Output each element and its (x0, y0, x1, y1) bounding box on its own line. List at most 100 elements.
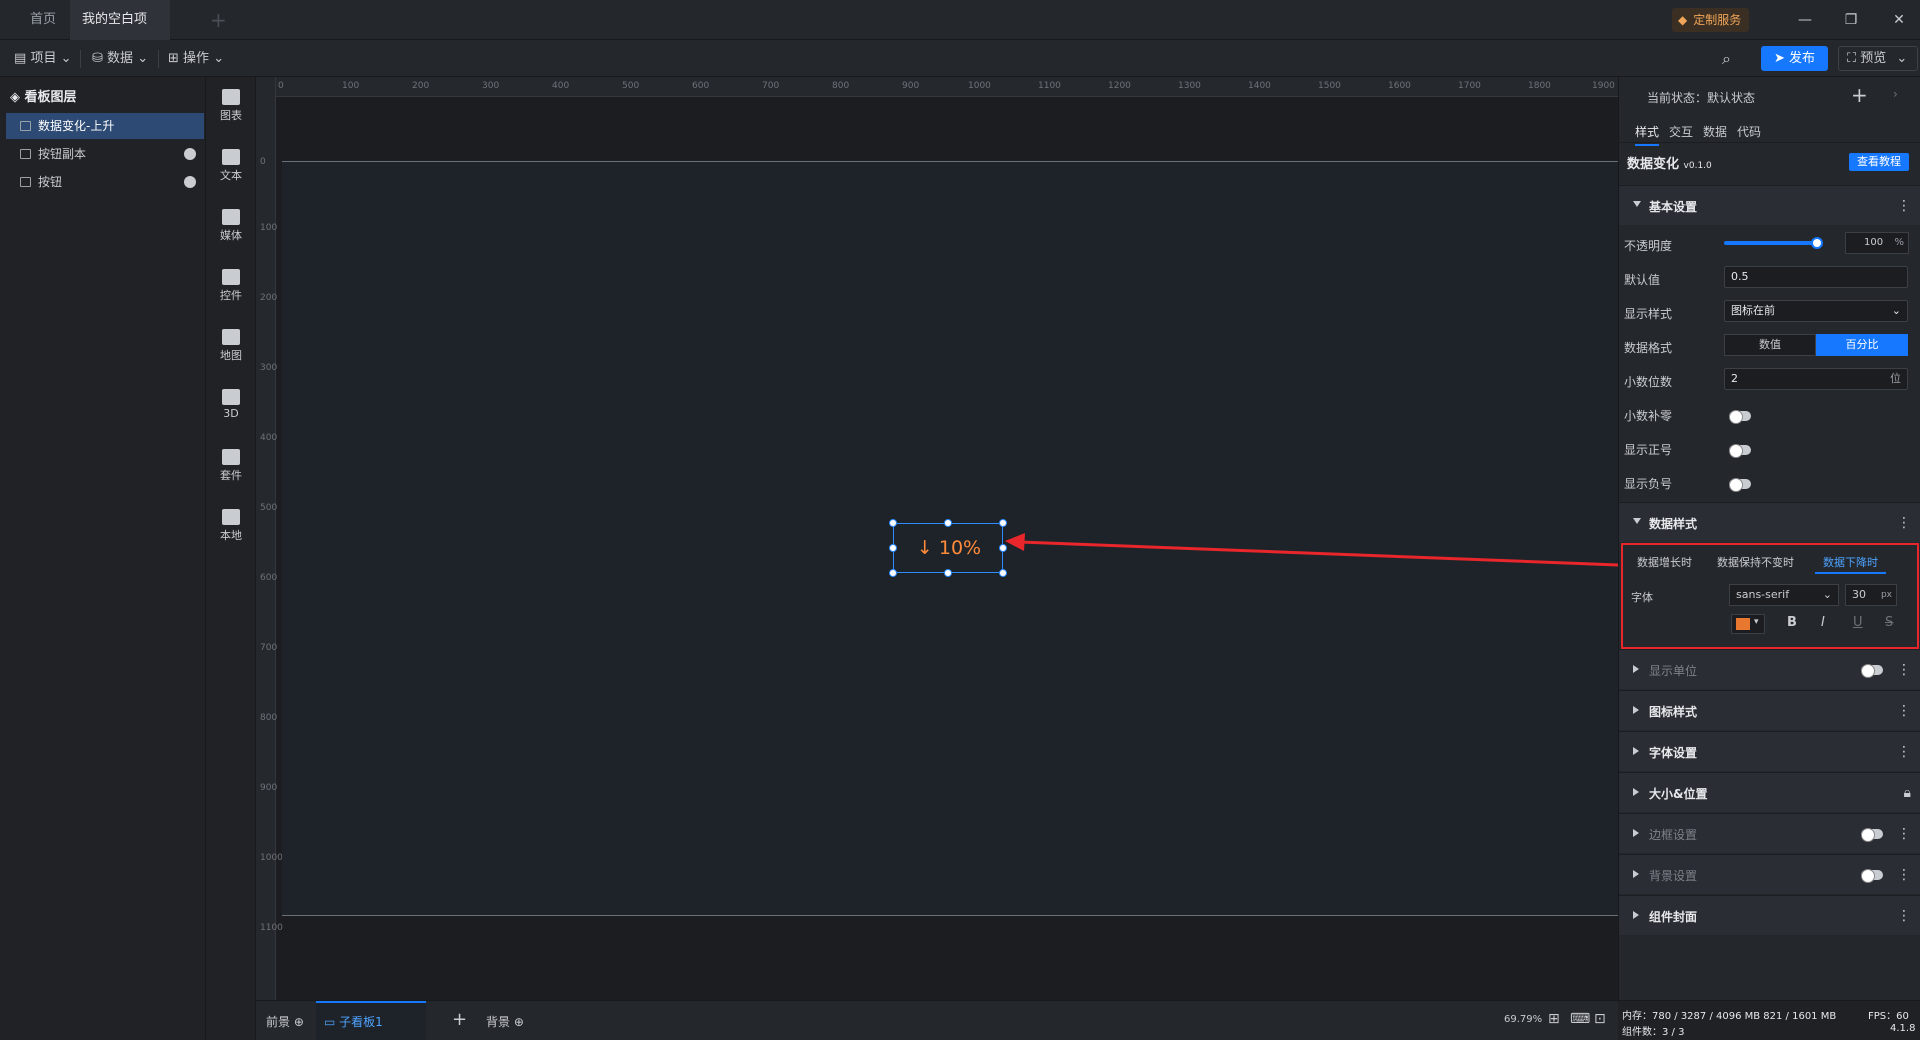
category-local[interactable]: 本地 (206, 509, 256, 543)
ruler-label: 500 (622, 81, 640, 91)
tutorial-button[interactable]: 查看教程 (1849, 153, 1909, 171)
tab-code[interactable]: 代码 (1737, 123, 1761, 140)
category-chart[interactable]: 图表 (206, 89, 256, 123)
section-size-position[interactable]: 大小&位置 🔒︎ (1619, 772, 1920, 812)
section-font-settings[interactable]: 字体设置 ⋮ (1619, 731, 1920, 771)
format-number-option[interactable]: 数值 (1724, 334, 1816, 356)
resize-handle[interactable] (889, 569, 897, 577)
close-icon[interactable]: ✕ (1884, 8, 1914, 32)
operation-menu[interactable]: ⊞ 操作 ⌄ (168, 49, 224, 69)
resize-handle[interactable] (889, 544, 897, 552)
keyboard-icon[interactable]: ⌨ (1570, 1011, 1590, 1027)
data-menu[interactable]: ⛁ 数据 ⌄ (92, 49, 148, 69)
strikethrough-button[interactable]: S (1885, 615, 1893, 630)
category-media[interactable]: 媒体 (206, 209, 256, 243)
tab-home[interactable]: 首页 (18, 0, 68, 40)
pad-zero-toggle[interactable] (1729, 410, 1751, 424)
tab-project[interactable]: 我的空白项目 (70, 0, 170, 67)
foreground-tab[interactable]: 前景 ⊕ (266, 1013, 304, 1030)
data-style-header[interactable]: 数据样式 ⋮ (1619, 502, 1920, 542)
more-icon[interactable]: ⋮ (1897, 515, 1911, 531)
tab-data-decrease[interactable]: 数据下降时 (1815, 554, 1886, 574)
zoom-level[interactable]: 69.79% (1504, 1014, 1542, 1025)
italic-button[interactable]: I (1821, 615, 1825, 630)
section-background[interactable]: 背景设置 ⋮ (1619, 854, 1920, 894)
section-icon-style[interactable]: 图标样式 ⋮ (1619, 690, 1920, 730)
resize-handle[interactable] (944, 569, 952, 577)
format-percent-option[interactable]: 百分比 (1816, 334, 1908, 356)
font-family-select[interactable]: sans-serif ⌄ (1729, 584, 1839, 606)
add-board-icon[interactable]: + (452, 1009, 467, 1030)
restore-icon[interactable]: ❐ (1836, 8, 1866, 32)
custom-service-button[interactable]: ◆ 定制服务 (1672, 8, 1750, 32)
add-tab-icon[interactable]: + (210, 8, 227, 32)
basic-settings-header[interactable]: 基本设置 ⋮ (1619, 185, 1920, 225)
show-minus-toggle[interactable] (1729, 478, 1751, 492)
show-unit-toggle[interactable] (1861, 664, 1883, 678)
database-icon: ⛁ (92, 51, 103, 66)
section-show-unit[interactable]: 显示单位 ⋮ (1619, 649, 1920, 689)
category-3d[interactable]: 3D (206, 389, 256, 420)
tab-interaction[interactable]: 交互 (1669, 123, 1693, 140)
search-icon[interactable]: ⌕ (1722, 49, 1731, 69)
opacity-input[interactable]: 100% (1845, 232, 1909, 254)
visibility-icon[interactable] (184, 176, 196, 188)
project-menu[interactable]: ▤ 项目 ⌄ (14, 49, 72, 69)
add-circle-icon[interactable]: ⊕ (514, 1015, 524, 1029)
default-value-input[interactable]: 0.5 (1724, 266, 1908, 288)
show-plus-toggle[interactable] (1729, 444, 1751, 458)
more-icon[interactable]: ⋮ (1897, 662, 1911, 678)
layer-item[interactable]: 按钮 (6, 169, 204, 195)
more-icon[interactable]: ⋮ (1897, 826, 1911, 842)
category-text[interactable]: 文本 (206, 149, 256, 183)
tab-style[interactable]: 样式 (1635, 123, 1660, 146)
font-color-picker[interactable]: ▾ (1731, 614, 1765, 634)
add-circle-icon[interactable]: ⊕ (294, 1015, 304, 1029)
underline-button[interactable]: U (1853, 615, 1863, 630)
preview-button[interactable]: ⛶ 预览 ⌄ (1838, 46, 1918, 71)
sub-board-tab[interactable]: ▭ 子看板1 (316, 1001, 426, 1040)
display-style-select[interactable]: 图标在前 ⌄ (1724, 300, 1908, 322)
resize-handle[interactable] (944, 519, 952, 527)
ruler-label: 1100 (1038, 81, 1061, 91)
divider (80, 50, 81, 68)
tab-data-increase[interactable]: 数据增长时 (1637, 554, 1692, 570)
section-cover[interactable]: 组件封面 ⋮ (1619, 895, 1920, 935)
background-tab[interactable]: 背景 ⊕ (486, 1013, 524, 1030)
resize-handle[interactable] (999, 569, 1007, 577)
visibility-icon[interactable] (184, 148, 196, 160)
fit-screen-icon[interactable]: ⊞ (1548, 1011, 1560, 1027)
background-toggle[interactable] (1861, 869, 1883, 883)
font-family-value: sans-serif (1736, 588, 1790, 601)
border-toggle[interactable] (1861, 828, 1883, 842)
font-size-input[interactable]: 30 px (1845, 584, 1897, 606)
more-icon[interactable]: ⋮ (1897, 867, 1911, 883)
resize-handle[interactable] (889, 519, 897, 527)
slider-handle[interactable] (1811, 237, 1823, 249)
ruler-label: 1200 (1108, 81, 1131, 91)
publish-button[interactable]: ➤ 发布 (1761, 46, 1828, 71)
minimize-icon[interactable]: — (1790, 8, 1820, 32)
lock-icon[interactable]: 🔒︎ (1904, 785, 1911, 801)
decimals-input[interactable]: 2位 (1724, 368, 1908, 390)
more-icon[interactable]: ⋮ (1897, 908, 1911, 924)
category-control[interactable]: 控件 (206, 269, 256, 303)
more-icon[interactable]: ⋮ (1897, 198, 1911, 214)
tab-data[interactable]: 数据 (1703, 123, 1727, 140)
category-kit[interactable]: 套件 (206, 449, 256, 483)
section-border[interactable]: 边框设置 ⋮ (1619, 813, 1920, 853)
tab-data-unchanged[interactable]: 数据保持不变时 (1717, 554, 1794, 570)
terminal-icon[interactable]: ⊡ (1594, 1011, 1606, 1027)
resize-handle[interactable] (999, 519, 1007, 527)
more-icon[interactable]: ⋮ (1897, 703, 1911, 719)
fullscreen-icon: ⛶ (1847, 51, 1857, 66)
opacity-slider[interactable] (1724, 241, 1816, 245)
bold-button[interactable]: B (1787, 615, 1797, 630)
layer-panel-title: 看板图层 (24, 90, 77, 105)
section-title: 大小&位置 (1649, 787, 1708, 801)
more-icon[interactable]: ⋮ (1897, 744, 1911, 760)
layer-item[interactable]: 按钮副本 (6, 141, 204, 167)
category-map[interactable]: 地图 (206, 329, 256, 363)
layer-item[interactable]: 数据变化-上升 (6, 113, 204, 139)
data-change-widget[interactable]: ↓ 10% (889, 519, 1007, 577)
